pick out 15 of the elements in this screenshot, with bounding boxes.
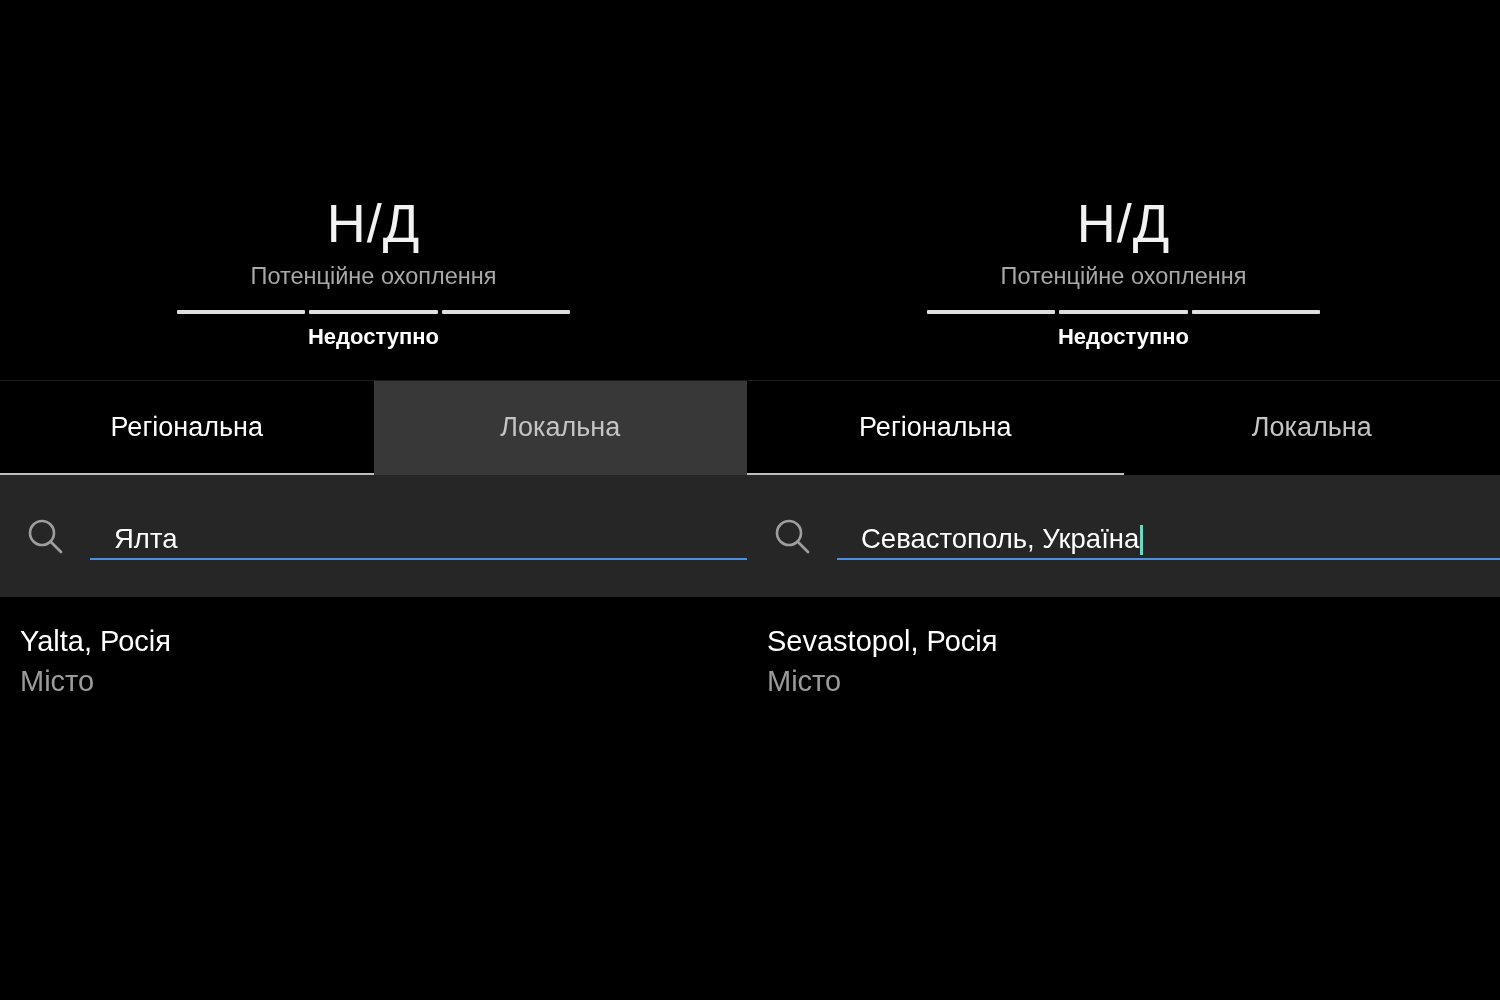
coverage-value: Н/Д (1076, 192, 1171, 255)
result-type: Місто (767, 664, 843, 699)
coverage-status: Недоступно (307, 324, 439, 350)
coverage-label: Потенційне охоплення (250, 262, 497, 290)
coverage-status: Недоступно (1057, 324, 1189, 350)
tab[interactable]: Локальна (373, 381, 747, 475)
result-title[interactable]: Sevastopol, Росія (767, 621, 1480, 661)
coverage-value: Н/Д (326, 192, 421, 255)
result-title[interactable]: Yalta, Росія (20, 621, 727, 661)
coverage-label: Потенційне охоплення (1000, 262, 1247, 290)
search-field[interactable]: Ялта (90, 515, 747, 560)
search-icon (774, 518, 810, 554)
search-field[interactable]: Севастополь, Україна (837, 515, 1500, 560)
search-icon (27, 518, 63, 554)
result-type: Місто (20, 664, 96, 699)
